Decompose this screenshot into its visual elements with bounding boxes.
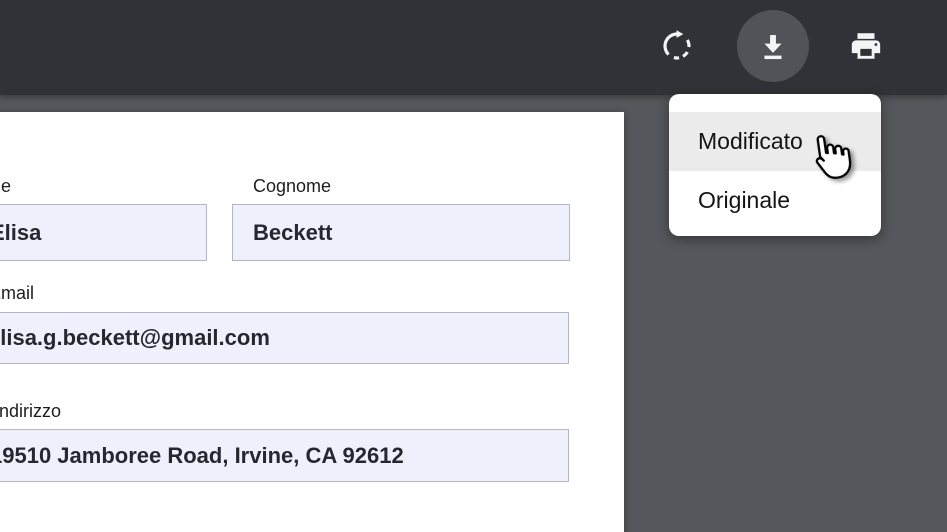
menu-item-modificato[interactable]: Modificato (669, 112, 881, 171)
nome-value: Elisa (0, 220, 41, 246)
nome-field[interactable]: Elisa (0, 204, 207, 261)
indirizzo-label: Indirizzo (0, 401, 61, 422)
cognome-label: Cognome (253, 176, 331, 197)
email-value: elisa.g.beckett@gmail.com (0, 325, 270, 351)
cognome-value: Beckett (253, 220, 332, 246)
download-icon (757, 30, 789, 62)
rotate-clockwise-icon (661, 30, 693, 62)
indirizzo-value: 19510 Jamboree Road, Irvine, CA 92612 (0, 443, 404, 469)
email-field[interactable]: elisa.g.beckett@gmail.com (0, 312, 569, 364)
cognome-field[interactable]: Beckett (232, 204, 570, 261)
email-label: Email (0, 283, 34, 304)
download-version-menu: Modificato Originale (669, 94, 881, 236)
menu-item-originale[interactable]: Originale (669, 171, 881, 230)
rotate-button[interactable] (653, 22, 701, 70)
indirizzo-field[interactable]: 19510 Jamboree Road, Irvine, CA 92612 (0, 429, 569, 482)
print-button[interactable] (842, 22, 890, 70)
screen: Nome Cognome Elisa Beckett Email elisa.g… (0, 0, 947, 532)
pdf-toolbar (0, 0, 947, 95)
nome-label: Nome (0, 176, 11, 197)
download-button[interactable] (737, 10, 809, 82)
print-icon (849, 29, 883, 63)
